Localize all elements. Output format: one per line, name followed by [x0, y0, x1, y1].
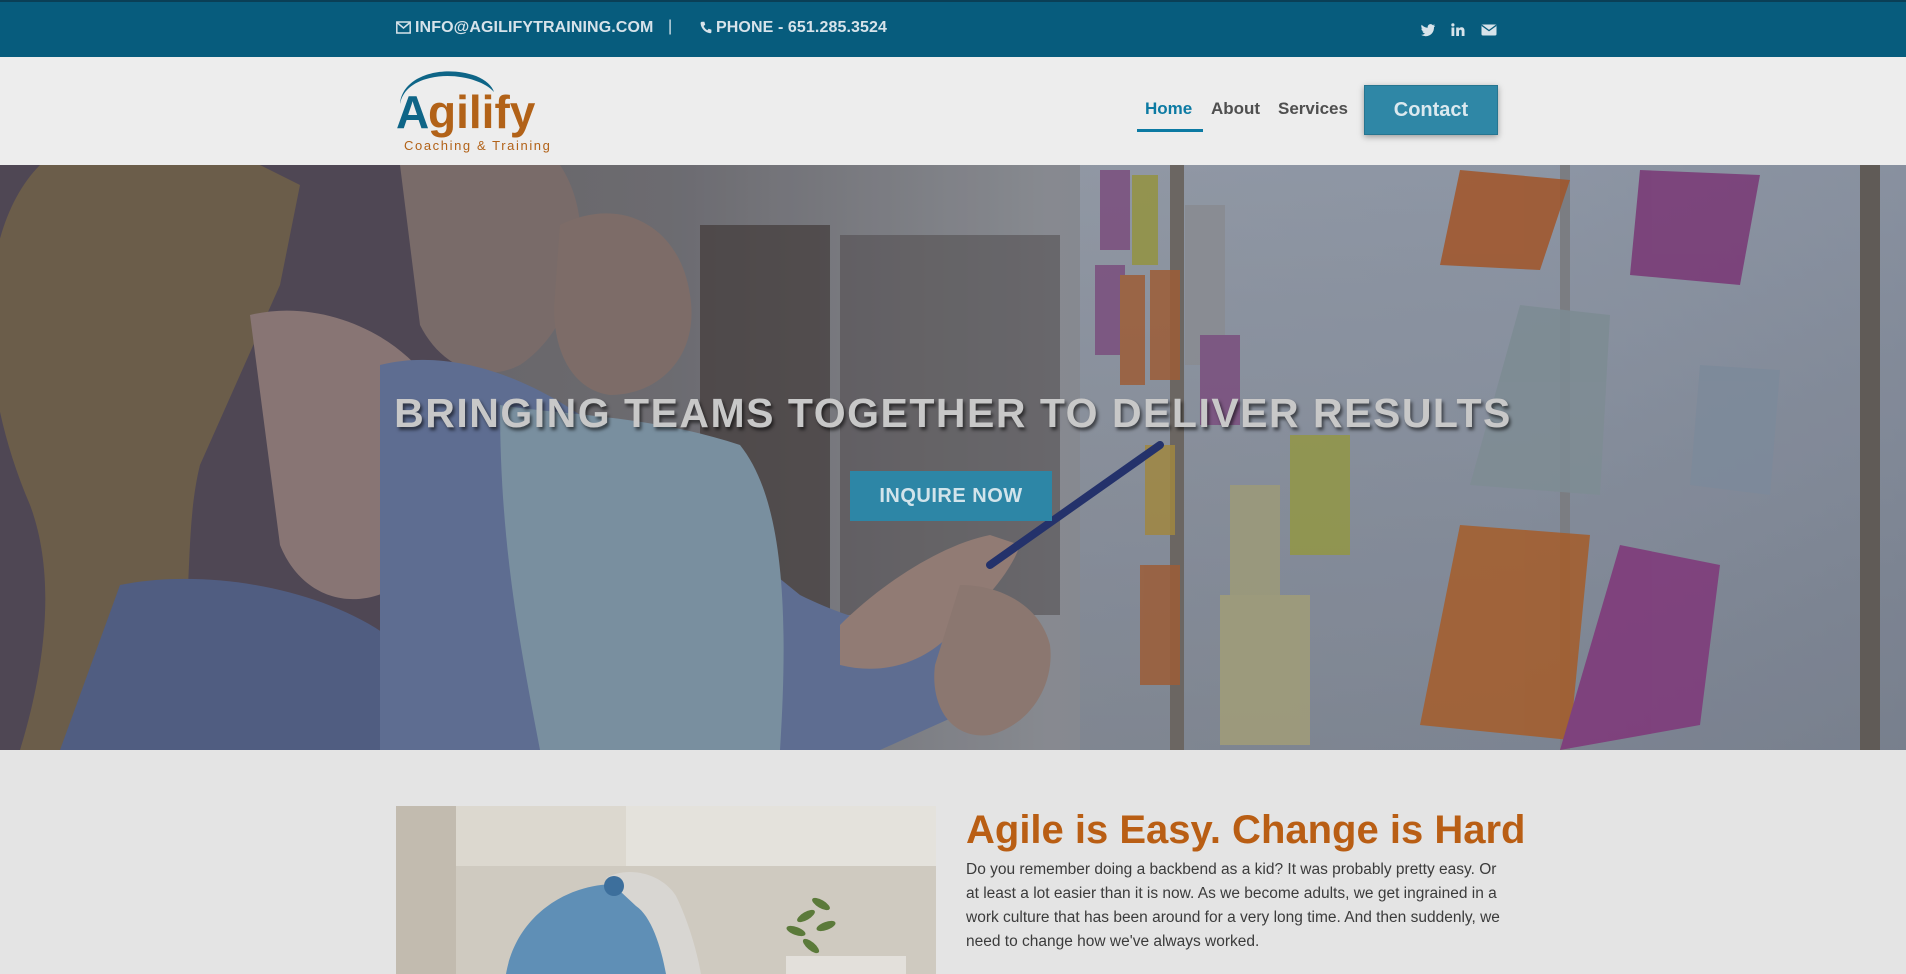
agilify-logo[interactable]: A gilify Coaching & Training — [394, 66, 568, 156]
nav-about[interactable]: About — [1211, 99, 1260, 119]
envelope-icon[interactable] — [1481, 22, 1497, 38]
logo-tagline: Coaching & Training — [404, 138, 551, 153]
envelope-outline-icon — [396, 21, 411, 39]
phone-link[interactable]: PHONE - 651.285.3524 — [700, 19, 887, 39]
inquire-now-button[interactable]: INQUIRE NOW — [850, 471, 1052, 521]
hero-title: BRINGING TEAMS TOGETHER TO DELIVER RESUL… — [394, 390, 1512, 436]
email-text: INFO@AGILIFYTRAINING.COM — [415, 19, 654, 36]
contact-button[interactable]: Contact — [1364, 85, 1498, 135]
site-header: A gilify Coaching & Training Home About … — [0, 57, 1906, 165]
backbend-photo — [396, 806, 936, 974]
nav-active-indicator — [1137, 129, 1203, 132]
topbar-separator: | — [668, 18, 673, 35]
intro-body: Do you remember doing a backbend as a ki… — [966, 861, 1500, 950]
email-link[interactable]: INFO@AGILIFYTRAINING.COM — [396, 19, 653, 39]
intro-section: Agile is Easy. Change is Hard Do you rem… — [0, 750, 1906, 974]
twitter-icon[interactable] — [1420, 22, 1436, 38]
hero-background-photo — [0, 165, 1906, 750]
hero-banner: BRINGING TEAMS TOGETHER TO DELIVER RESUL… — [0, 165, 1906, 750]
intro-title: Agile is Easy. Change is Hard — [966, 808, 1526, 852]
logo-wordmark: gilify — [428, 86, 536, 138]
top-contact-bar: INFO@AGILIFYTRAINING.COM | PHONE - 651.2… — [0, 0, 1906, 57]
linkedin-icon[interactable] — [1450, 22, 1466, 38]
phone-icon — [700, 21, 712, 39]
nav-home[interactable]: Home — [1145, 99, 1192, 119]
nav-services[interactable]: Services — [1278, 99, 1348, 119]
phone-text: PHONE - 651.285.3524 — [716, 19, 887, 36]
svg-text:A: A — [396, 86, 429, 138]
